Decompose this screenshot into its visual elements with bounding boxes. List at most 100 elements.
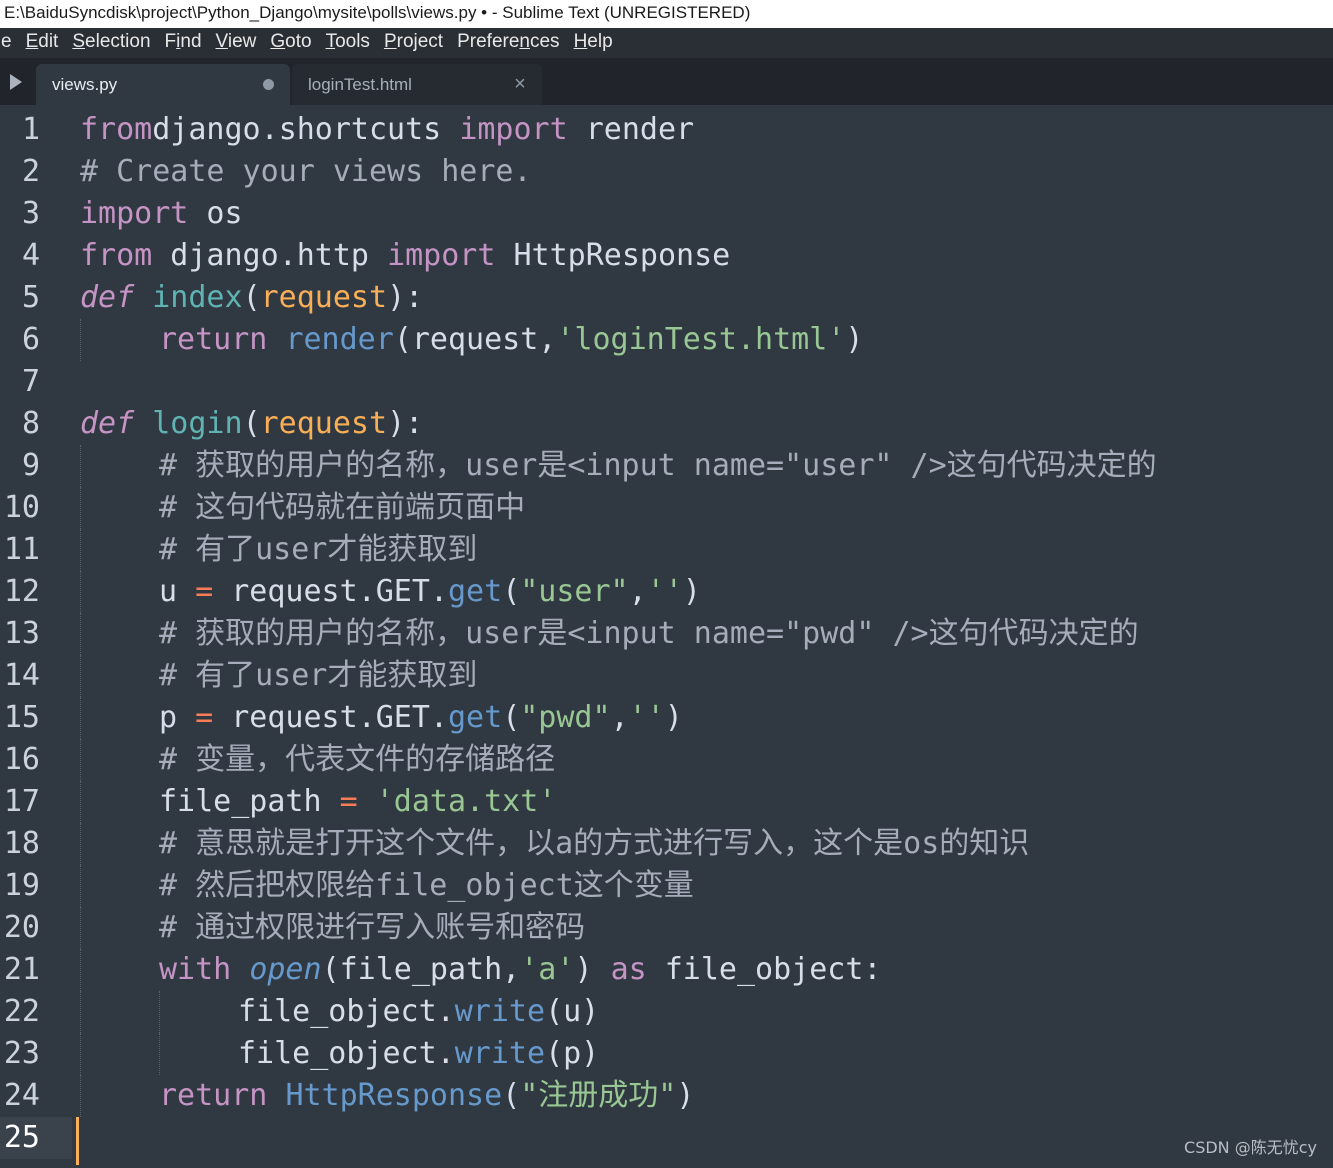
code-token: index	[152, 280, 243, 315]
code-token: =	[195, 700, 214, 735]
code-token: def	[80, 280, 135, 315]
code-line[interactable]	[80, 1117, 1333, 1159]
code-token: p	[159, 700, 196, 735]
indent-guide	[80, 949, 81, 991]
code-line[interactable]	[80, 361, 1333, 403]
menu-item-tools[interactable]: Tools	[319, 28, 377, 58]
code-token: u	[159, 574, 196, 609]
code-line[interactable]: # 有了user才能获取到	[80, 529, 1333, 571]
menu-item-e[interactable]: e	[0, 28, 19, 58]
code-line[interactable]: return render(request,'loginTest.html')	[80, 319, 1333, 361]
code-line[interactable]: file_path = 'data.txt'	[80, 781, 1333, 823]
menu-item-help[interactable]: Help	[567, 28, 620, 58]
code-token: # 变量，代表文件的存储路径	[159, 742, 556, 777]
code-token: HttpResponse	[285, 1078, 503, 1113]
code-token: .	[357, 574, 376, 609]
line-number: 9	[21, 448, 40, 483]
indent-guide	[80, 823, 81, 865]
menu-item-edit[interactable]: Edit	[19, 28, 66, 58]
code-line[interactable]: p = request.GET.get("pwd",'')	[80, 697, 1333, 739]
code-token: get	[448, 700, 503, 735]
code-line[interactable]: # 意思就是打开这个文件，以a的方式进行写入，这个是os的知识	[80, 823, 1333, 865]
code-token: open	[249, 952, 322, 987]
code-token: .	[429, 574, 448, 609]
code-line[interactable]: # 获取的用户的名称，user是<input name="pwd" />这句代码…	[80, 613, 1333, 655]
code-line[interactable]: def login(request):	[80, 403, 1333, 445]
code-token: ''	[646, 574, 683, 609]
code-token: write	[454, 1036, 546, 1071]
menu-bar: e Edit Selection Find View Goto Tools Project Pr…	[0, 28, 1333, 58]
code-line[interactable]: # 变量，代表文件的存储路径	[80, 739, 1333, 781]
code-token: (request,	[393, 322, 557, 357]
code-line[interactable]: from django.http import HttpResponse	[80, 235, 1333, 277]
line-number: 19	[3, 868, 40, 903]
indent-guide	[80, 907, 81, 949]
tab-views-py[interactable]: views.py	[36, 64, 290, 105]
tab-logintest-html[interactable]: loginTest.html ×	[292, 64, 542, 105]
code-line[interactable]: file_object.write(u)	[80, 991, 1333, 1033]
line-number-gutter: 1 2 3 4 5 6 7 8 9 10 11 12 13 14 15 16 17 18 19 20 21 22 23 24 2…	[0, 109, 50, 1159]
code-line[interactable]: return HttpResponse("注册成功")	[80, 1075, 1333, 1117]
code-token: # 获取的用户的名称，user是<input name="user" />这句代…	[159, 448, 1157, 483]
menu-item-project[interactable]: Project	[377, 28, 450, 58]
code-line[interactable]: # 通过权限进行写入账号和密码	[80, 907, 1333, 949]
menu-item-preferences[interactable]: Preferences	[450, 28, 566, 58]
code-editor[interactable]: 1 2 3 4 5 6 7 8 9 10 11 12 13 14 15 16 17 18 19 20 21 22 23 24 2…	[0, 105, 1333, 1168]
menu-item-find[interactable]: Find	[158, 28, 209, 58]
code-token: (	[242, 406, 261, 441]
indent-guide	[80, 445, 81, 487]
code-line[interactable]: # 然后把权限给file_object这个变量	[80, 865, 1333, 907]
close-icon[interactable]: ×	[510, 64, 530, 105]
code-token: with	[159, 952, 232, 987]
code-token: file_object	[238, 1036, 437, 1071]
menu-item-goto[interactable]: Goto	[263, 28, 318, 58]
code-line[interactable]: # Create your views here.	[80, 151, 1333, 193]
line-number: 14	[3, 658, 40, 693]
line-number: 17	[3, 784, 40, 819]
line-number: 12	[3, 574, 40, 609]
code-line[interactable]: with open(file_path,'a') as file_object:	[80, 949, 1333, 991]
code-line[interactable]: import os	[80, 193, 1333, 235]
line-number: 3	[21, 196, 40, 231]
code-line[interactable]: def index(request):	[80, 277, 1333, 319]
indent-guide	[80, 781, 81, 823]
code-token: "pwd"	[520, 700, 611, 735]
menu-item-selection[interactable]: Selection	[65, 28, 157, 58]
code-token: (p)	[545, 1036, 600, 1071]
modified-dot-icon[interactable]	[263, 79, 274, 90]
code-token: )	[664, 700, 683, 735]
code-line[interactable]: # 获取的用户的名称，user是<input name="user" />这句代…	[80, 445, 1333, 487]
tab-label: loginTest.html	[308, 75, 412, 94]
indent-guide	[80, 1075, 81, 1117]
code-token: import	[80, 196, 189, 231]
code-token: file_path	[159, 784, 340, 819]
code-line[interactable]: file_object.write(p)	[80, 1033, 1333, 1075]
code-token: import	[387, 238, 496, 273]
indent-guide	[80, 487, 81, 529]
code-token: 'data.txt'	[375, 784, 557, 819]
sidebar-toggle-button[interactable]	[0, 58, 32, 105]
code-line[interactable]: u = request.GET.get("user",'')	[80, 571, 1333, 613]
code-token: as	[610, 952, 647, 987]
code-token: django	[152, 238, 279, 273]
code-line[interactable]: # 有了user才能获取到	[80, 655, 1333, 697]
code-token: get	[448, 574, 503, 609]
code-token: (	[502, 700, 521, 735]
code-token: # 获取的用户的名称，user是<input name="pwd" />这句代码…	[159, 616, 1139, 651]
line-number: 11	[3, 532, 40, 567]
code-token: from	[80, 238, 153, 273]
code-token: django	[152, 112, 261, 147]
indent-guide	[80, 865, 81, 907]
code-token: render	[567, 112, 695, 147]
code-line[interactable]: # 这句代码就在前端页面中	[80, 487, 1333, 529]
code-token: =	[195, 574, 214, 609]
code-area[interactable]: fromdjango.shortcuts import render # Crea…	[80, 109, 1333, 1159]
menu-item-view[interactable]: View	[209, 28, 264, 58]
indent-guide	[80, 991, 81, 1033]
code-token: return	[159, 1078, 268, 1113]
code-token: render	[285, 322, 394, 357]
code-line[interactable]: fromdjango.shortcuts import render	[80, 109, 1333, 151]
code-token: request	[260, 406, 388, 441]
